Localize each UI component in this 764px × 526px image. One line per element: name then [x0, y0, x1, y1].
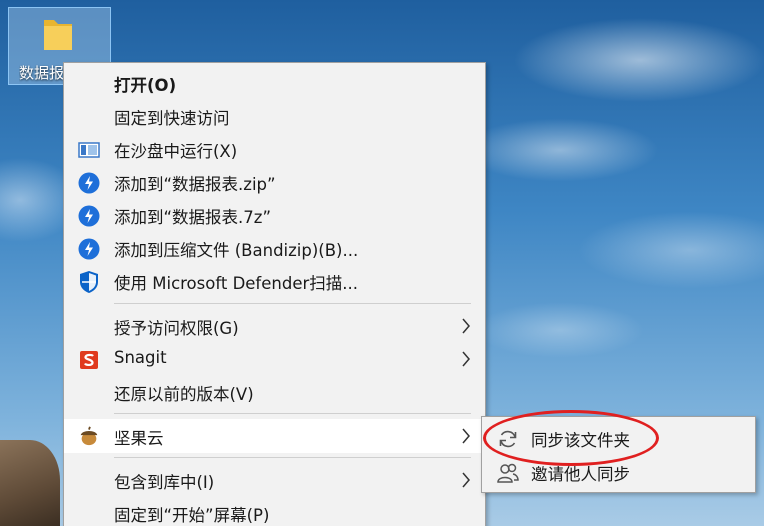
chevron-right-icon	[462, 351, 470, 367]
jianguoyun-nut-icon	[78, 425, 100, 447]
menu-item-label: 使用 Microsoft Defender扫描...	[114, 274, 358, 293]
menu-separator	[114, 413, 471, 414]
defender-shield-icon	[78, 271, 100, 293]
menu-item-label: 包含到库中(I)	[114, 473, 215, 492]
menu-item-run-sandbox[interactable]: 在沙盘中运行(X)	[64, 133, 485, 165]
context-menu: 打开(O) 固定到快速访问 在沙盘中运行(X) 添加到“数据报表.zip” 添加…	[63, 62, 486, 526]
menu-item-include-library[interactable]: 包含到库中(I)	[64, 464, 485, 496]
menu-separator	[114, 457, 471, 458]
menu-item-label: 固定到“开始”屏幕(P)	[114, 506, 270, 525]
menu-item-label: Snagit	[114, 348, 167, 367]
menu-item-grant-access[interactable]: 授予访问权限(G)	[64, 310, 485, 342]
menu-item-pin-quick-access[interactable]: 固定到快速访问	[64, 100, 485, 132]
chevron-right-icon	[462, 472, 470, 488]
menu-item-label: 添加到压缩文件 (Bandizip)(B)...	[114, 241, 359, 260]
folder-icon	[44, 20, 72, 50]
chevron-right-icon	[462, 428, 470, 444]
menu-item-pin-start[interactable]: 固定到“开始”屏幕(P)	[64, 497, 485, 526]
menu-item-jianguoyun[interactable]: 坚果云	[64, 419, 485, 453]
menu-item-label: 授予访问权限(G)	[114, 319, 239, 338]
menu-separator	[114, 303, 471, 304]
invite-users-icon	[497, 463, 519, 483]
wallpaper-rock	[0, 440, 60, 526]
bandizip-icon	[78, 172, 100, 194]
menu-item-label: 添加到“数据报表.7z”	[114, 208, 271, 227]
menu-item-open[interactable]: 打开(O)	[64, 67, 485, 99]
annotation-highlight-ellipse	[483, 410, 659, 466]
sandbox-icon	[78, 139, 100, 161]
menu-item-label: 固定到快速访问	[114, 109, 230, 128]
chevron-right-icon	[462, 318, 470, 334]
menu-item-add-7z[interactable]: 添加到“数据报表.7z”	[64, 199, 485, 231]
menu-item-snagit[interactable]: Snagit	[64, 343, 485, 375]
menu-item-label: 添加到“数据报表.zip”	[114, 175, 276, 194]
menu-item-label: 坚果云	[114, 429, 164, 448]
menu-item-label: 打开(O)	[114, 76, 177, 95]
menu-item-restore-versions[interactable]: 还原以前的版本(V)	[64, 376, 485, 408]
snagit-icon	[78, 349, 100, 371]
menu-item-label: 还原以前的版本(V)	[114, 385, 254, 404]
menu-item-add-archive[interactable]: 添加到压缩文件 (Bandizip)(B)...	[64, 232, 485, 264]
bandizip-icon	[78, 238, 100, 260]
menu-item-defender-scan[interactable]: 使用 Microsoft Defender扫描...	[64, 265, 485, 297]
menu-item-add-zip[interactable]: 添加到“数据报表.zip”	[64, 166, 485, 198]
menu-item-label: 在沙盘中运行(X)	[114, 142, 238, 161]
bandizip-icon	[78, 205, 100, 227]
